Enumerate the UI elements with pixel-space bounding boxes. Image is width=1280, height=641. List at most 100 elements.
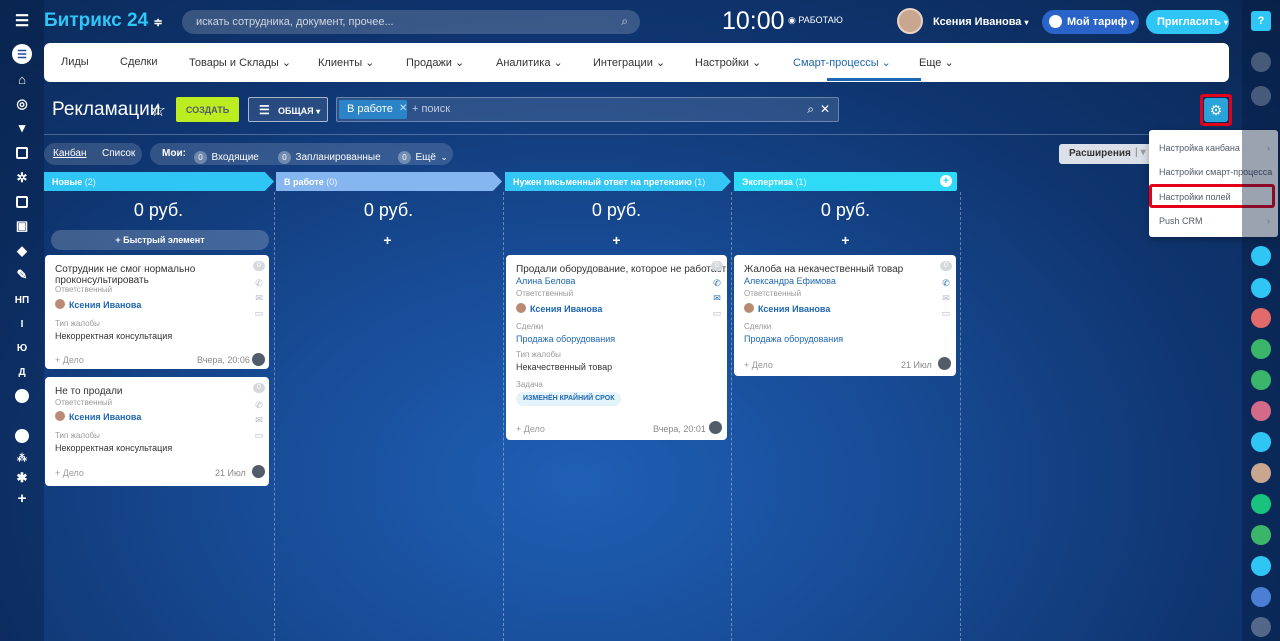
- user-avatar[interactable]: [1251, 463, 1271, 483]
- column-header-in-work[interactable]: В работе (0): [276, 172, 502, 191]
- phone-icon[interactable]: ✆: [711, 276, 723, 291]
- rail-item-yu[interactable]: Ю: [12, 338, 32, 358]
- user-menu[interactable]: Ксения Иванова ▾: [933, 16, 1029, 28]
- open-line-icon[interactable]: [1251, 246, 1271, 266]
- column-header-expertise[interactable]: Экспертиза (1) +: [734, 172, 957, 191]
- responsible-user[interactable]: Ксения Иванова: [55, 411, 141, 422]
- open-line-icon[interactable]: [1251, 370, 1271, 390]
- global-search-input[interactable]: искать сотрудника, документ, прочее... ⌕: [182, 10, 640, 34]
- chat-icon[interactable]: ▭: [253, 306, 265, 321]
- mail-icon[interactable]: ✉: [711, 291, 723, 306]
- pen-icon[interactable]: ✎: [12, 265, 32, 285]
- view-list[interactable]: Список: [102, 148, 135, 159]
- card-title[interactable]: Жалоба на некачественный товар: [744, 264, 903, 275]
- chat-icon[interactable]: ▭: [711, 306, 723, 321]
- menu-icon[interactable]: ☰: [12, 11, 32, 31]
- mail-icon[interactable]: ✉: [940, 291, 952, 306]
- settings-gear-icon[interactable]: ⚙: [1204, 98, 1228, 122]
- responsible-user[interactable]: Ксения Иванова: [516, 303, 602, 314]
- client-link[interactable]: Александра Ефимова: [744, 276, 836, 286]
- counter-incoming[interactable]: 0 Входящие: [194, 147, 259, 165]
- chat-icon[interactable]: ▭: [253, 428, 265, 443]
- counter-planned[interactable]: 0 Запланированные: [278, 147, 381, 165]
- column-header-written-reply[interactable]: Нужен письменный ответ на претензию (1): [505, 172, 731, 191]
- nav-item-more[interactable]: Еще ⌄: [919, 56, 954, 69]
- deal-link[interactable]: Продажа оборудования: [744, 334, 843, 344]
- responsible-user[interactable]: Ксения Иванова: [744, 303, 830, 314]
- add-column-icon[interactable]: +: [940, 175, 952, 187]
- settings-icon[interactable]: ✱: [12, 468, 32, 488]
- responsible-user[interactable]: Ксения Иванова: [55, 299, 141, 310]
- kanban-card[interactable]: Продали оборудование, которое не работае…: [506, 255, 727, 440]
- nav-item-smart-processes[interactable]: Смарт-процессы ⌄: [793, 56, 891, 69]
- users-icon[interactable]: [1251, 617, 1271, 637]
- add-activity[interactable]: + Дело: [55, 355, 84, 365]
- ai-icon[interactable]: [1251, 494, 1271, 514]
- add-item-plus[interactable]: +: [738, 232, 953, 248]
- chevron-down-icon[interactable]: [12, 386, 32, 406]
- filter-input[interactable]: + поиск ⌕ ✕: [336, 97, 839, 122]
- quick-element-button[interactable]: + Быстрый элемент: [51, 230, 269, 250]
- contacts-icon[interactable]: [12, 192, 32, 212]
- menu-item-kanban-settings[interactable]: Настройка канбана: [1159, 143, 1240, 153]
- plan-button[interactable]: Мой тариф ▾: [1042, 10, 1139, 34]
- user-icon[interactable]: [252, 465, 265, 478]
- filter-chip[interactable]: В работе ✕: [339, 100, 407, 119]
- nav-item-clients[interactable]: Клиенты ⌄: [318, 56, 374, 69]
- rail-item-np[interactable]: НП: [12, 290, 32, 310]
- card-title[interactable]: Не то продали: [55, 386, 123, 397]
- nav-item-products[interactable]: Товары и Склады ⌄: [189, 56, 291, 69]
- extensions-button[interactable]: Расширения | ▾: [1059, 144, 1156, 164]
- help-icon[interactable]: [12, 426, 32, 446]
- user-icon[interactable]: [938, 357, 951, 370]
- help-icon[interactable]: ?: [1251, 11, 1271, 31]
- kanban-card[interactable]: Не то продали 0 ✆ ✉ ▭ Ответственный Ксения…: [45, 377, 269, 486]
- counter-more[interactable]: 0 Ещё ⌄: [398, 147, 448, 165]
- mail-icon[interactable]: [1251, 556, 1271, 576]
- search-icon[interactable]: ⌕: [807, 102, 814, 117]
- mail-icon[interactable]: ✉: [253, 291, 265, 306]
- add-activity[interactable]: + Дело: [55, 468, 84, 478]
- cart-icon[interactable]: ▾: [12, 118, 32, 138]
- phone-icon[interactable]: ✆: [253, 276, 265, 291]
- nav-item-settings[interactable]: Настройки ⌄: [695, 56, 761, 69]
- search-icon[interactable]: ⌕: [621, 14, 628, 29]
- close-icon[interactable]: ✕: [399, 103, 407, 114]
- task-status-tag[interactable]: ИЗМЕНЁН КРАЙНИЙ СРОК: [516, 392, 622, 406]
- create-button[interactable]: СОЗДАТЬ: [176, 97, 239, 122]
- target-icon[interactable]: ◎: [12, 94, 32, 114]
- phone-icon[interactable]: ✆: [940, 276, 952, 291]
- client-link[interactable]: Алина Белова: [516, 276, 575, 286]
- kanban-card[interactable]: Жалоба на некачественный товар Александр…: [734, 255, 956, 376]
- bell-icon[interactable]: [1251, 52, 1271, 72]
- open-line-icon[interactable]: [1251, 308, 1271, 328]
- invite-button[interactable]: Пригласить ▾: [1146, 10, 1229, 34]
- work-status[interactable]: ◉ РАБОТАЮ: [788, 15, 843, 26]
- menu-item-push-crm[interactable]: Push CRM: [1159, 216, 1203, 226]
- add-activity[interactable]: + Дело: [744, 360, 773, 370]
- rail-item-d[interactable]: Д: [12, 362, 32, 382]
- open-line-icon[interactable]: [1251, 278, 1271, 298]
- user-icon[interactable]: [709, 421, 722, 434]
- column-header-new[interactable]: Новые (2): [44, 172, 274, 191]
- open-line-icon[interactable]: [1251, 401, 1271, 421]
- chat-icon[interactable]: [1251, 86, 1271, 106]
- rail-item-i[interactable]: I: [12, 314, 32, 334]
- close-icon[interactable]: ✕: [820, 102, 830, 116]
- nav-item-leads[interactable]: Лиды: [61, 56, 89, 68]
- structure-icon[interactable]: ⁂: [12, 448, 32, 468]
- home-icon[interactable]: ⌂: [12, 69, 32, 89]
- deal-link[interactable]: Продажа оборудования: [516, 334, 615, 344]
- mail-icon[interactable]: ✉: [253, 413, 265, 428]
- plus-icon[interactable]: +: [12, 488, 32, 508]
- group-chat-icon[interactable]: [1251, 587, 1271, 607]
- kanban-card[interactable]: Сотрудник не смог нормально проконсультир…: [45, 255, 269, 369]
- chat-icon[interactable]: ▭: [940, 306, 952, 321]
- copilot-icon[interactable]: [1251, 432, 1271, 452]
- user-icon[interactable]: [252, 353, 265, 366]
- phone-icon[interactable]: ✆: [253, 398, 265, 413]
- puzzle-icon[interactable]: ✲: [12, 168, 32, 188]
- nav-item-deals[interactable]: Сделки: [120, 56, 158, 68]
- group-chat-icon[interactable]: [1251, 525, 1271, 545]
- add-item-plus[interactable]: +: [509, 232, 724, 248]
